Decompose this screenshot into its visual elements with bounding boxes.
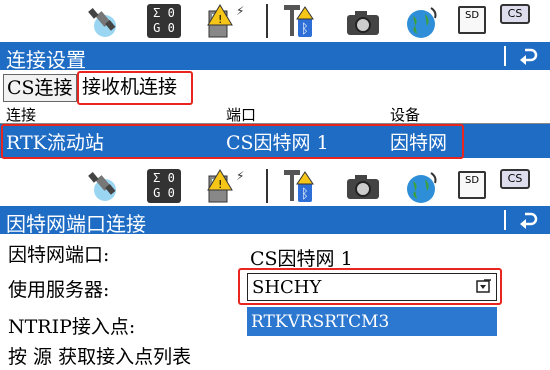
svg-text:!: !: [218, 13, 222, 26]
server-select[interactable]: SHCHY: [247, 273, 497, 301]
sigma-count: Σ 0: [153, 171, 175, 185]
status-bar-bottom: Σ 0 G 0 ! ⚡ ᛒ SD CS: [0, 166, 550, 206]
sd-card-icon[interactable]: SD: [458, 6, 486, 34]
fetch-mountpoints-text[interactable]: 按 源 获取接入点列表: [8, 342, 191, 369]
table-header: 连接 端口 设备: [0, 106, 550, 124]
ntrip-mountpoint-field[interactable]: RTKVRSRTCM3: [247, 307, 497, 336]
title-bar-top: 连接设置: [0, 42, 550, 72]
status-divider: [266, 4, 268, 38]
back-button-top[interactable]: [514, 42, 542, 70]
title-separator: [504, 210, 506, 230]
row-port: CS因特网 1: [226, 132, 329, 154]
bluetooth-receiver-icon[interactable]: ᛒ: [280, 3, 316, 39]
server-select-value: SHCHY: [252, 277, 322, 298]
cs-battery-icon[interactable]: CS: [500, 169, 530, 189]
gps-count: G 0: [153, 186, 175, 200]
camera-icon[interactable]: [345, 10, 381, 38]
col-header-port: 端口: [226, 106, 257, 124]
svg-text:⚡: ⚡: [236, 169, 244, 183]
sd-label: SD: [464, 10, 480, 21]
satellite-count-icon[interactable]: Σ 0 G 0: [147, 4, 181, 38]
ntrip-mountpoint-value: RTKVRSRTCM3: [251, 312, 390, 332]
back-arrow-icon: [520, 48, 538, 65]
satellite-count-icon[interactable]: Σ 0 G 0: [147, 169, 181, 203]
col-header-device: 设备: [390, 106, 421, 124]
sd-card-icon[interactable]: SD: [458, 171, 486, 199]
title-bar-bottom: 因特网端口连接: [0, 206, 550, 236]
tab-cs-connection[interactable]: CS连接: [3, 74, 77, 102]
status-bar-top: Σ 0 G 0 ! ⚡ ᛒ SD CS: [0, 0, 550, 42]
gps-count: G 0: [153, 21, 175, 35]
internet-port-value[interactable]: CS因特网 1: [250, 244, 353, 271]
page-title-top: 连接设置: [6, 48, 86, 72]
row-connection: RTK流动站: [6, 132, 104, 154]
bluetooth-receiver-icon[interactable]: ᛒ: [280, 168, 316, 204]
tab-receiver-connection[interactable]: 接收机连接: [79, 74, 181, 102]
col-header-connection: 连接: [6, 106, 37, 124]
ntrip-label: NTRIP接入点:: [8, 316, 136, 338]
status-divider: [266, 169, 268, 203]
internet-port-label: 因特网端口:: [8, 244, 110, 266]
back-arrow-icon: [520, 212, 538, 229]
back-button-bottom[interactable]: [514, 206, 542, 234]
cs-battery-icon[interactable]: CS: [500, 4, 530, 24]
cs-label: CS: [507, 172, 523, 185]
dropdown-arrow-icon: [476, 279, 491, 293]
title-separator: [504, 46, 506, 66]
table-row[interactable]: RTK流动站 CS因特网 1 因特网: [0, 124, 550, 158]
row-device: 因特网: [390, 132, 448, 154]
globe-icon[interactable]: [403, 4, 443, 40]
satellite-icon[interactable]: [85, 6, 121, 38]
globe-icon[interactable]: [403, 169, 443, 205]
cs-label: CS: [507, 7, 523, 20]
sd-label: SD: [464, 175, 480, 186]
tab-bar: CS连接 接收机连接: [0, 70, 550, 104]
server-label: 使用服务器:: [8, 279, 110, 301]
svg-text:!: !: [218, 178, 222, 191]
svg-text:ᛒ: ᛒ: [301, 187, 309, 202]
sigma-count: Σ 0: [153, 6, 175, 20]
svg-text:⚡: ⚡: [236, 4, 244, 18]
device-warning-icon[interactable]: ! ⚡: [205, 3, 245, 39]
svg-text:ᛒ: ᛒ: [301, 22, 309, 37]
page-title-bottom: 因特网端口连接: [6, 212, 146, 236]
device-warning-icon[interactable]: ! ⚡: [205, 168, 245, 204]
camera-icon[interactable]: [345, 174, 381, 202]
satellite-icon[interactable]: [85, 170, 121, 202]
